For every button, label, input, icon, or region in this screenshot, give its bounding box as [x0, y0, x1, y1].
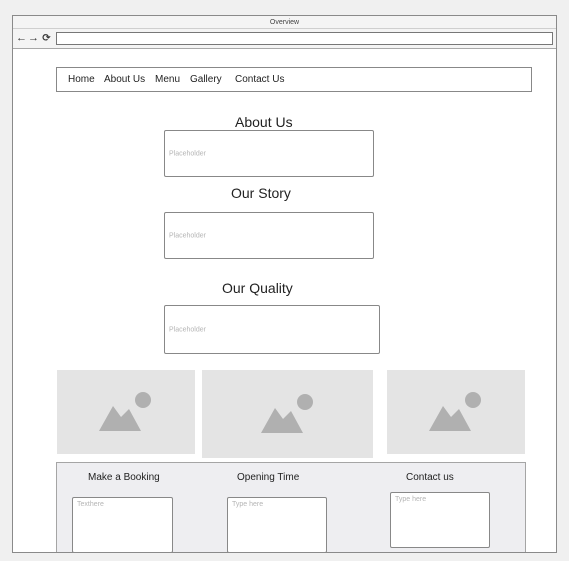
browser-window: Overview ← → ⟳ Home About Us Menu Galler…	[12, 15, 557, 553]
make-a-booking-field[interactable]: Texthere	[72, 497, 173, 552]
browser-toolbar: ← → ⟳	[13, 29, 556, 49]
placeholder-text: Placeholder	[169, 150, 206, 157]
gallery-image-2	[202, 370, 373, 458]
opening-time-field[interactable]: Type here	[227, 497, 327, 552]
footer-heading-contact-us: Contact us	[406, 472, 454, 483]
nav-item-contact-us[interactable]: Contact Us	[235, 68, 284, 91]
nav-item-gallery[interactable]: Gallery	[190, 68, 222, 91]
page: Overview ← → ⟳ Home About Us Menu Galler…	[0, 0, 569, 561]
section-heading-our-story: Our Story	[231, 185, 291, 201]
our-story-placeholder-box: Placeholder	[164, 212, 374, 259]
url-bar[interactable]	[56, 32, 553, 45]
footer-heading-opening-time: Opening Time	[237, 472, 300, 483]
image-placeholder-icon	[99, 392, 151, 431]
section-heading-about-us: About Us	[235, 114, 293, 130]
forward-arrow-icon[interactable]: →	[28, 32, 39, 45]
placeholder-text: Placeholder	[169, 232, 206, 239]
image-placeholder-icon	[429, 392, 481, 431]
image-placeholder-icon	[260, 394, 313, 433]
back-arrow-icon[interactable]: ←	[16, 32, 27, 45]
footer-heading-make-a-booking: Make a Booking	[88, 472, 160, 483]
nav-item-about-us[interactable]: About Us	[104, 68, 145, 91]
our-quality-placeholder-box: Placeholder	[164, 305, 380, 354]
field-placeholder: Type here	[232, 501, 264, 508]
main-navigation: Home About Us Menu Gallery Contact Us	[56, 67, 532, 92]
about-us-placeholder-box: Placeholder	[164, 130, 374, 177]
reload-icon[interactable]: ⟳	[41, 32, 52, 45]
field-placeholder: Type here	[395, 496, 427, 503]
nav-item-menu[interactable]: Menu	[155, 68, 180, 91]
window-titlebar: Overview	[13, 16, 556, 29]
section-heading-our-quality: Our Quality	[222, 280, 293, 296]
placeholder-text: Placeholder	[169, 326, 206, 333]
gallery-image-1	[57, 370, 195, 454]
gallery-image-3	[387, 370, 525, 454]
field-placeholder: Texthere	[77, 501, 104, 508]
nav-item-home[interactable]: Home	[68, 68, 95, 91]
footer-panel: Make a Booking Texthere Opening Time Typ…	[56, 462, 526, 552]
window-title: Overview	[269, 19, 300, 26]
contact-us-field[interactable]: Type here	[390, 492, 490, 548]
